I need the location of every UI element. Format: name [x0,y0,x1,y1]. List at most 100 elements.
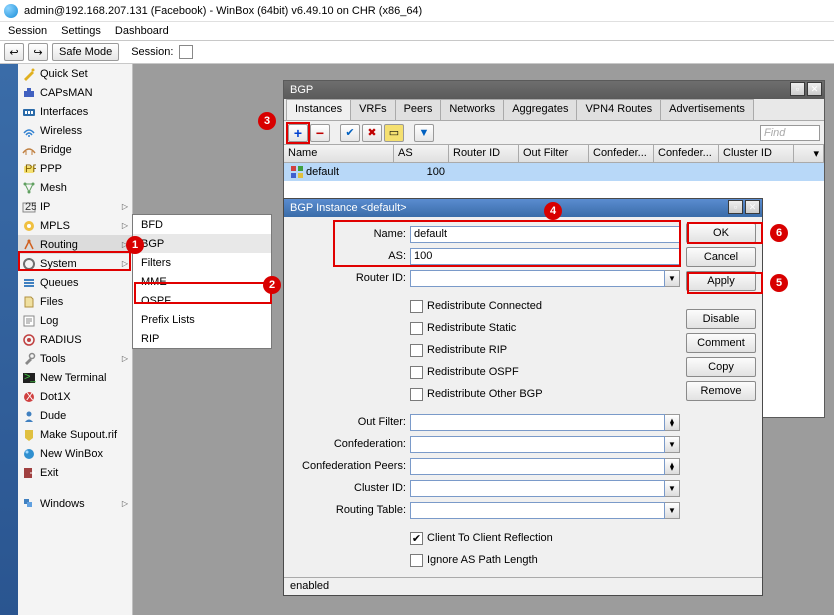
nav-item-new-terminal[interactable]: >_New Terminal [18,368,132,387]
tab-instances[interactable]: Instances [286,99,351,120]
redistribute-other-bgp-label: Redistribute Other BGP [427,388,543,400]
nav-item-radius[interactable]: RADIUS [18,330,132,349]
out-filter-input[interactable] [410,414,665,431]
tab-vrfs[interactable]: VRFs [350,99,396,120]
menu-dashboard[interactable]: Dashboard [115,25,169,37]
nav-item-tools[interactable]: Tools▷ [18,349,132,368]
column-header[interactable]: AS [394,145,449,162]
redistribute-rip-checkbox[interactable] [410,344,423,357]
svg-text:PPP: PPP [25,163,36,175]
nav-item-ip[interactable]: 255IP▷ [18,197,132,216]
nav-item-exit[interactable]: Exit [18,463,132,482]
column-header[interactable]: Name [284,145,394,162]
nav-item-log[interactable]: Log [18,311,132,330]
cluster-id-dropdown[interactable]: ▼ [665,480,680,497]
tab-aggregates[interactable]: Aggregates [503,99,577,120]
dialog-titlebar[interactable]: BGP Instance <default> ▫ ✕ [284,199,762,217]
remove-button[interactable]: Remove [686,381,756,401]
nav-item-files[interactable]: Files [18,292,132,311]
nav-item-routing[interactable]: Routing▷ [18,235,132,254]
nav-item-mesh[interactable]: Mesh [18,178,132,197]
cancel-button[interactable]: Cancel [686,247,756,267]
confed-peers-dropdown[interactable]: ⧫ [665,458,680,475]
nav-item-dot1x[interactable]: XDot1X [18,387,132,406]
submenu-item-rip[interactable]: RIP [133,329,271,348]
nav-item-wireless[interactable]: Wireless [18,121,132,140]
nav-label: Windows [40,498,85,510]
filter-button[interactable]: ▼ [414,124,434,142]
annotation-badge-2: 2 [263,276,281,294]
ok-button[interactable]: OK [686,223,756,243]
submenu-item-filters[interactable]: Filters [133,253,271,272]
out-filter-dropdown[interactable]: ⧫ [665,414,680,431]
router-id-dropdown[interactable]: ▼ [665,270,680,287]
tab-peers[interactable]: Peers [395,99,442,120]
nav-item-dude[interactable]: Dude [18,406,132,425]
client-reflection-checkbox[interactable]: ✔ [410,532,423,545]
remove-button[interactable]: − [310,124,330,142]
name-input[interactable]: default [410,226,680,243]
redistribute-static-checkbox[interactable] [410,322,423,335]
chevron-right-icon: ▷ [122,354,128,363]
ignore-as-path-checkbox[interactable] [410,554,423,567]
redo-button[interactable]: ↪ [28,43,48,61]
submenu-item-prefix-lists[interactable]: Prefix Lists [133,310,271,329]
dialog-close-button[interactable]: ✕ [745,200,760,214]
nav-item-ppp[interactable]: PPPPPP [18,159,132,178]
menu-settings[interactable]: Settings [61,25,101,37]
dialog-minimize-button[interactable]: ▫ [728,200,743,214]
as-input[interactable]: 100 [410,248,680,265]
confederation-dropdown[interactable]: ▼ [665,436,680,453]
wifi-icon [22,124,36,138]
column-header[interactable]: Out Filter [519,145,589,162]
find-input[interactable]: Find [760,125,820,141]
apply-button[interactable]: Apply [686,271,756,291]
tab-vpn4-routes[interactable]: VPN4 Routes [576,99,661,120]
column-header[interactable]: Confeder... [654,145,719,162]
tab-advertisements[interactable]: Advertisements [660,99,754,120]
router-id-input[interactable] [410,270,665,287]
column-header[interactable]: Cluster ID [719,145,794,162]
redistribute-other-bgp-checkbox[interactable] [410,388,423,401]
nav-item-capsman[interactable]: CAPsMAN [18,83,132,102]
nav-item-mpls[interactable]: MPLS▷ [18,216,132,235]
submenu-item-mme[interactable]: MME [133,272,271,291]
nav-item-quick-set[interactable]: Quick Set [18,64,132,83]
tab-networks[interactable]: Networks [440,99,504,120]
copy-button[interactable]: Copy [686,357,756,377]
table-row[interactable]: default 100 [284,163,824,181]
disable-button[interactable]: ✖ [362,124,382,142]
column-header[interactable]: Router ID [449,145,519,162]
column-menu-button[interactable]: ▾ [794,145,824,162]
nav-item-bridge[interactable]: Bridge [18,140,132,159]
submenu-item-bgp[interactable]: BGP [133,234,271,253]
comment-button[interactable]: ▭ [384,124,404,142]
bgp-window-titlebar[interactable]: BGP ▫ ✕ [284,81,824,99]
nav-item-interfaces[interactable]: Interfaces [18,102,132,121]
submenu-item-ospf[interactable]: OSPF [133,291,271,310]
redistribute-ospf-checkbox[interactable] [410,366,423,379]
submenu-item-bfd[interactable]: BFD [133,215,271,234]
nav-item-system[interactable]: System▷ [18,254,132,273]
cluster-id-input[interactable] [410,480,665,497]
menu-session[interactable]: Session [8,25,47,37]
minimize-button[interactable]: ▫ [790,82,805,96]
routing-table-input[interactable] [410,502,665,519]
disable-button[interactable]: Disable [686,309,756,329]
nav-label: Bridge [40,144,72,156]
nav-item-new-winbox[interactable]: New WinBox [18,444,132,463]
safe-mode-button[interactable]: Safe Mode [52,43,119,61]
redistribute-connected-checkbox[interactable] [410,300,423,313]
close-button[interactable]: ✕ [807,82,822,96]
add-button[interactable]: + [288,124,308,142]
undo-button[interactable]: ↩ [4,43,24,61]
nav-item-make-supout-rif[interactable]: Make Supout.rif [18,425,132,444]
nav-item-windows[interactable]: Windows▷ [18,494,132,513]
column-header[interactable]: Confeder... [589,145,654,162]
routing-table-dropdown[interactable]: ▼ [665,502,680,519]
nav-item-queues[interactable]: Queues [18,273,132,292]
confederation-input[interactable] [410,436,665,453]
enable-button[interactable]: ✔ [340,124,360,142]
confed-peers-input[interactable] [410,458,665,475]
comment-button[interactable]: Comment [686,333,756,353]
